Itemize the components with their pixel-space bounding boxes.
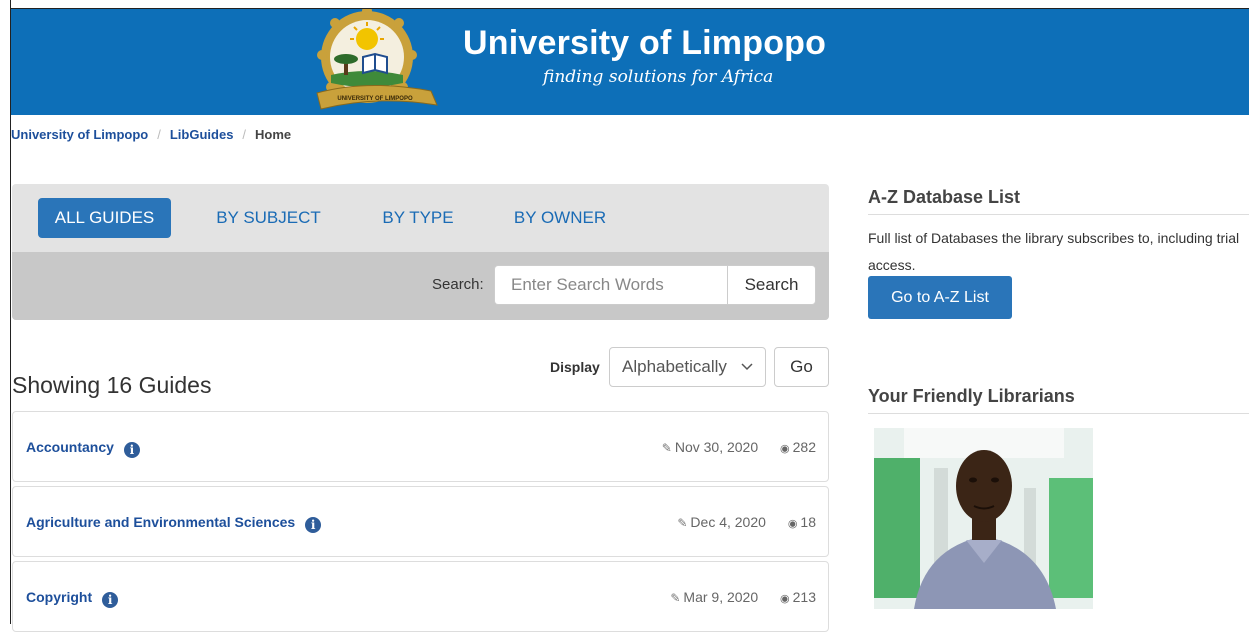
guide-views: 282 — [792, 439, 816, 455]
edit-icon: ✎ — [661, 441, 672, 455]
info-icon[interactable]: i — [123, 442, 140, 458]
window-frame-top — [0, 0, 1249, 9]
search-button[interactable]: Search — [727, 265, 816, 305]
tab-by-owner[interactable]: BY OWNER — [500, 198, 620, 238]
guide-title-agriculture[interactable]: Agriculture and Environmental Sciences i — [26, 514, 322, 533]
guide-browse-panel: ALL GUIDES BY SUBJECT BY TYPE BY OWNER S… — [12, 184, 829, 320]
eye-icon: ◉ — [780, 443, 790, 455]
eye-icon: ◉ — [780, 593, 790, 605]
info-icon[interactable]: i — [305, 517, 322, 533]
guide-list-item: Agriculture and Environmental Sciences i … — [12, 486, 829, 557]
svg-text:UNIVERSITY OF LIMPOPO: UNIVERSITY OF LIMPOPO — [337, 96, 413, 102]
window-frame-left — [0, 0, 11, 624]
edit-icon: ✎ — [677, 516, 688, 530]
guide-list-item: Accountancy i ✎ Nov 30, 2020 ◉ 282 — [12, 411, 829, 482]
breadcrumb-separator: / — [157, 127, 161, 142]
display-label: Display — [550, 359, 600, 375]
go-button[interactable]: Go — [774, 347, 829, 387]
guide-list-item: Copyright i ✎ Mar 9, 2020 ◉ 213 — [12, 561, 829, 632]
tab-bar: ALL GUIDES BY SUBJECT BY TYPE BY OWNER — [12, 184, 829, 252]
site-title: University of Limpopo — [463, 24, 827, 62]
site-tagline: finding solutions for Africa — [543, 67, 774, 87]
display-sort-select[interactable]: Alphabetically — [609, 347, 766, 387]
eye-icon: ◉ — [787, 518, 798, 530]
guide-count: Showing 16 Guides — [12, 372, 212, 398]
header-banner: UNIVERSITY OF LIMPOPO University of Limp… — [11, 9, 1249, 115]
search-input[interactable] — [494, 265, 728, 305]
go-to-az-list-button[interactable]: Go to A-Z List — [868, 276, 1012, 319]
breadcrumb-university[interactable]: University of Limpopo — [11, 127, 148, 142]
guide-title-copyright[interactable]: Copyright i — [26, 589, 119, 608]
librarians-heading: Your Friendly Librarians — [868, 386, 1075, 406]
tab-by-type[interactable]: BY TYPE — [368, 198, 468, 238]
guide-views: 213 — [792, 589, 816, 605]
guide-views: 18 — [800, 514, 816, 530]
breadcrumb: University of Limpopo / LibGuides / Home — [11, 127, 291, 143]
az-database-description: Full list of Databases the library subsc… — [868, 230, 1240, 273]
search-row: Search: Search — [12, 252, 829, 320]
guide-meta: ✎ Nov 30, 2020 ◉ 282 — [662, 439, 816, 455]
chevron-down-icon — [741, 348, 753, 400]
guide-updated: Dec 4, 2020 — [690, 514, 766, 530]
guide-meta: ✎ Dec 4, 2020 ◉ 18 — [677, 514, 816, 530]
guide-title-accountancy[interactable]: Accountancy i — [26, 439, 140, 458]
display-selected-value: Alphabetically — [622, 357, 727, 376]
tab-by-subject[interactable]: BY SUBJECT — [202, 198, 335, 238]
az-database-heading: A-Z Database List — [868, 187, 1021, 207]
divider — [868, 413, 1249, 414]
breadcrumb-libguides[interactable]: LibGuides — [170, 127, 234, 142]
guide-updated: Nov 30, 2020 — [674, 439, 759, 455]
librarian-photo — [874, 428, 1093, 609]
divider — [868, 214, 1249, 215]
search-label: Search: — [432, 276, 484, 293]
tab-all-guides[interactable]: ALL GUIDES — [38, 198, 171, 238]
university-logo[interactable]: UNIVERSITY OF LIMPOPO — [307, 9, 447, 113]
guide-updated: Mar 9, 2020 — [683, 589, 759, 605]
info-icon[interactable]: i — [102, 592, 119, 608]
edit-icon: ✎ — [670, 591, 681, 605]
breadcrumb-separator: / — [242, 127, 247, 142]
guide-meta: ✎ Mar 9, 2020 ◉ 213 — [670, 589, 816, 605]
breadcrumb-current: Home — [255, 127, 292, 142]
